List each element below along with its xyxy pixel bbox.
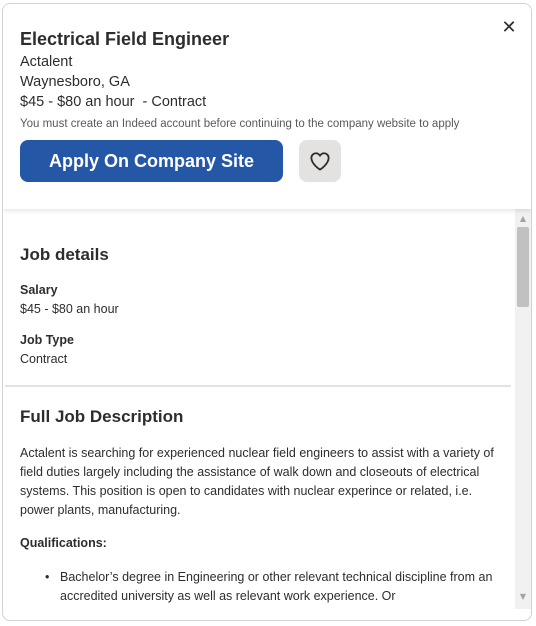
salary-label: Salary bbox=[20, 283, 58, 297]
job-type-value: Contract bbox=[20, 352, 68, 366]
scroll-thumb[interactable] bbox=[517, 227, 529, 307]
job-type-label: Job Type bbox=[20, 333, 74, 347]
heart-icon bbox=[310, 152, 330, 171]
salary-value: $45 - $80 an hour bbox=[20, 302, 119, 316]
job-description-scroll-area[interactable]: Job details Salary $45 - $80 an hour Job… bbox=[3, 209, 531, 620]
bullet-dot: • bbox=[45, 570, 50, 584]
description-paragraph: Actalent is searching for experienced nu… bbox=[20, 446, 494, 517]
section-divider bbox=[5, 385, 511, 387]
full-job-description-heading: Full Job Description bbox=[20, 407, 184, 426]
scrollbar[interactable]: ▲ ▼ bbox=[515, 209, 531, 609]
salary-and-type: $45 - $80 an hour - Contract bbox=[20, 94, 207, 110]
account-notice: You must create an Indeed account before… bbox=[20, 118, 460, 130]
qualifications-heading: Qualifications: bbox=[20, 536, 107, 550]
apply-on-company-site-button[interactable]: Apply On Company Site bbox=[20, 140, 283, 182]
job-title: Electrical Field Engineer bbox=[20, 29, 230, 49]
company-name[interactable]: Actalent bbox=[20, 54, 72, 70]
qualification-item: Bachelor’s degree in Engineering or othe… bbox=[60, 570, 493, 603]
scroll-up-arrow-icon[interactable]: ▲ bbox=[515, 211, 531, 227]
job-detail-card: ✕ Electrical Field Engineer Actalent Way… bbox=[2, 3, 532, 621]
job-header: ✕ Electrical Field Engineer Actalent Way… bbox=[3, 4, 531, 209]
save-job-button[interactable] bbox=[299, 140, 341, 182]
job-location: Waynesboro, GA bbox=[20, 74, 130, 90]
close-icon[interactable]: ✕ bbox=[499, 18, 519, 38]
job-details-heading: Job details bbox=[20, 245, 109, 264]
scroll-down-arrow-icon[interactable]: ▼ bbox=[515, 589, 531, 605]
